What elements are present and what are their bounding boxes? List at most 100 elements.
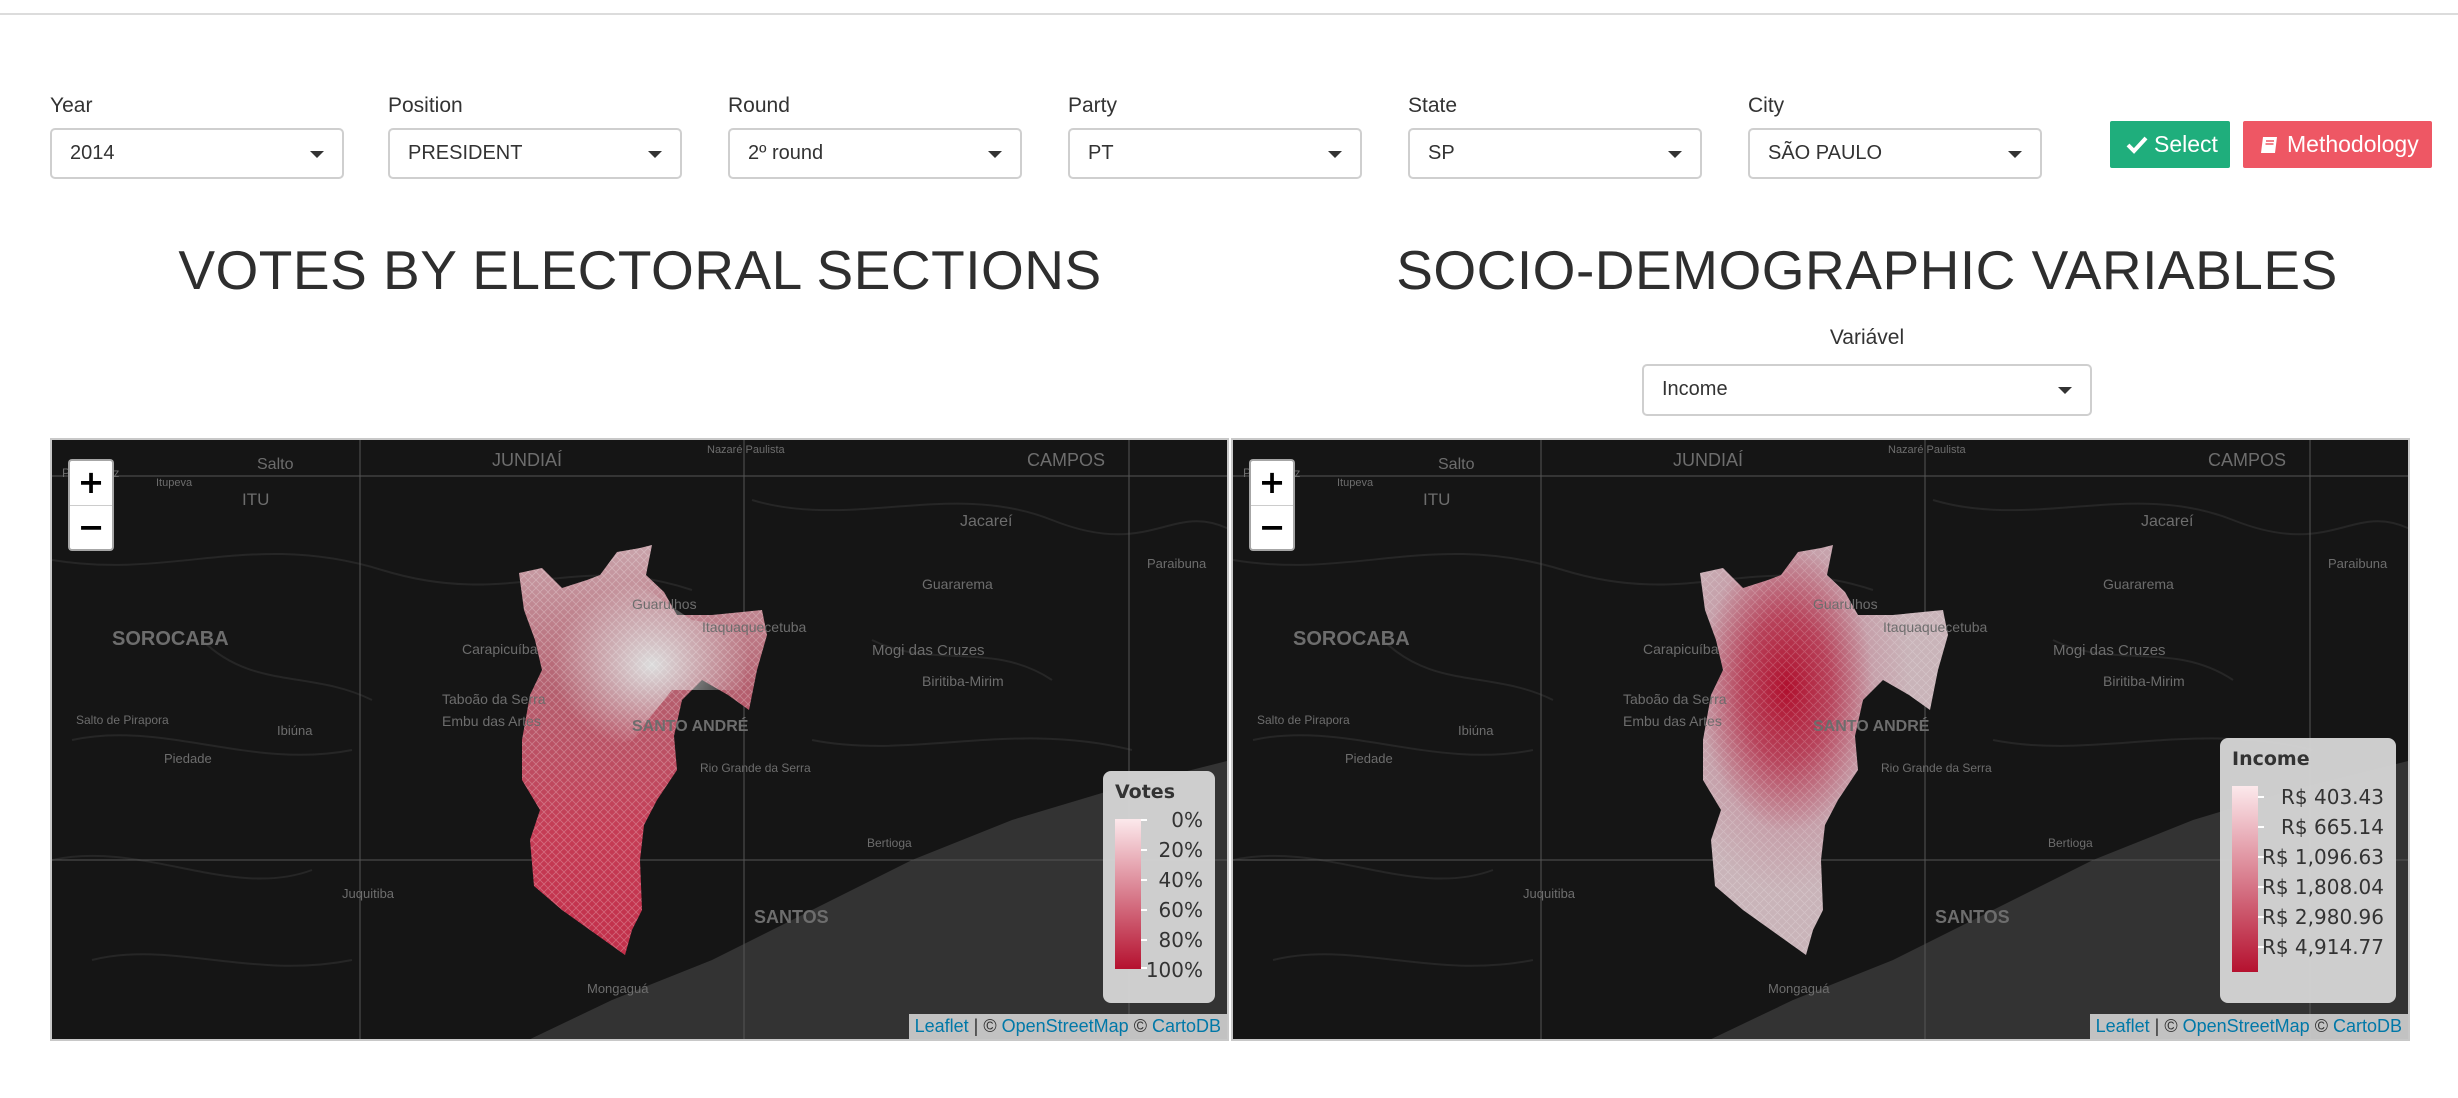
legend-label: 80% [1158,928,1203,952]
zoom-out-button[interactable]: − [70,505,112,549]
map-place-label: Juquitiba [342,886,395,901]
map-place-label: Piedade [1345,751,1393,766]
legend-color-bar [1115,819,1141,969]
map-place-label: Rio Grande da Serra [700,761,811,775]
party-select[interactable]: PT [1068,128,1362,179]
map-place-label: Mongaguá [587,981,649,996]
map-place-label: Mongaguá [1768,981,1830,996]
map-place-label: Embu das Artes [442,713,541,729]
legend-label: R$ 665.14 [2281,815,2384,839]
map-place-label: Itaquaquecetuba [702,619,807,635]
zoom-control: + − [1249,459,1295,551]
map-place-label: Guarulhos [1813,596,1878,612]
legend-title: Votes [1115,781,1175,803]
top-divider [0,13,2458,15]
map-place-label: JUNDIAÍ [492,450,562,470]
map-place-label: Jacareí [960,513,1013,530]
income-legend: Income R$ 403.43 R$ 665.14 R$ 1,096.63 R… [2220,738,2396,1003]
map-place-label: Guarulhos [632,596,697,612]
year-filter: Year 2014 [50,92,344,179]
leaflet-link[interactable]: Leaflet [915,1016,969,1036]
chevron-down-icon [648,151,662,158]
map-place-label: SOROCABA [112,628,229,650]
variable-select[interactable]: Income [1642,364,2092,416]
sociodemographic-title: SOCIO-DEMOGRAPHIC VARIABLES [1396,239,2338,301]
map-place-label: Itupeva [156,477,193,489]
map-place-label: Carapicuíba [1643,641,1719,657]
position-label: Position [388,94,463,117]
map-place-label: Bertioga [867,836,912,850]
state-filter: State SP [1408,92,1702,179]
map-place-label: SANTOS [754,907,829,927]
map-place-label: SOROCABA [1293,628,1410,650]
variable-label: Variável [1829,326,1905,349]
map-place-label: Nazaré Paulista [1888,444,1967,456]
map-place-label: SANTO ANDRÉ [1813,716,1930,735]
year-select[interactable]: 2014 [50,128,344,179]
methodology-button[interactable]: Methodology [2243,121,2432,168]
party-label: Party [1068,94,1118,117]
state-select[interactable]: SP [1408,128,1702,179]
map-place-label: Nazaré Paulista [707,444,786,456]
map-place-label: Embu das Artes [1623,713,1722,729]
map-place-label: Ibiúna [277,723,313,738]
map-place-label: JUNDIAÍ [1673,450,1743,470]
map-place-label: Biritiba-Mirim [2103,673,2185,689]
map-place-label: Itaquaquecetuba [1883,619,1988,635]
map-place-label: Salto [257,456,294,473]
map-place-label: Taboão da Serra [1623,691,1727,707]
map-place-label: ITU [242,490,269,509]
legend-label: R$ 403.43 [2281,785,2384,809]
select-button[interactable]: Select [2110,121,2230,168]
map-place-label: Mogi das Cruzes [2053,642,2166,659]
map-place-label: Salto de Pirapora [76,713,169,727]
votes-map[interactable]: Salto JUNDIAÍ CAMPOS ITU Jacareí SOROCABA Guar… [50,438,1229,1041]
position-select[interactable]: PRESIDENT [388,128,682,179]
map-place-label: Salto de Pirapora [1257,713,1350,727]
city-label: City [1748,94,1785,117]
map-place-label: SANTOS [1935,907,2010,927]
legend-label: R$ 2,980.96 [2261,905,2384,929]
basemap: Salto JUNDIAÍ CAMPOS ITU Jacareí SOROCABA Guar… [52,440,1227,1039]
legend-label: 100% [1145,958,1203,982]
openstreetmap-link[interactable]: OpenStreetMap [1002,1016,1129,1036]
map-place-label: SANTO ANDRÉ [632,716,749,735]
map-place-label: Ibiúna [1458,723,1494,738]
zoom-in-button[interactable]: + [70,461,112,505]
cartodb-link[interactable]: CartoDB [2333,1016,2402,1036]
map-place-label: Juquitiba [1523,886,1576,901]
map-place-label: Guararema [2103,576,2174,592]
income-map[interactable]: Salto JUNDIAÍ CAMPOS ITU Jacareí SOROCABA Guar… [1231,438,2410,1041]
zoom-in-button[interactable]: + [1251,461,1293,505]
chevron-down-icon [1668,151,1682,158]
position-filter: Position PRESIDENT [388,92,682,179]
year-label: Year [50,94,93,117]
check-icon [2126,136,2148,154]
openstreetmap-link[interactable]: OpenStreetMap [2183,1016,2310,1036]
map-place-label: Carapicuíba [462,641,538,657]
state-label: State [1408,94,1458,117]
city-filter: City SÃO PAULO [1748,92,2042,179]
cartodb-link[interactable]: CartoDB [1152,1016,1221,1036]
map-place-label: Guararema [922,576,993,592]
map-attribution: Leaflet | © OpenStreetMap © CartoDB [908,1014,1227,1039]
map-place-label: Biritiba-Mirim [922,673,1004,689]
map-attribution: Leaflet | © OpenStreetMap © CartoDB [2089,1014,2408,1039]
legend-title: Income [2232,748,2310,770]
book-icon [2261,137,2277,153]
map-place-label: CAMPOS [1027,450,1105,470]
map-place-label: Mogi das Cruzes [872,642,985,659]
legend-label: 0% [1171,808,1203,832]
map-place-label: ITU [1423,490,1450,509]
legend-label: 20% [1158,838,1203,862]
zoom-out-button[interactable]: − [1251,505,1293,549]
city-select[interactable]: SÃO PAULO [1748,128,2042,179]
map-place-label: Jacareí [2141,513,2194,530]
leaflet-link[interactable]: Leaflet [2096,1016,2150,1036]
map-place-label: Salto [1438,456,1475,473]
votes-legend: Votes 0% 20% 40% 60% 80% 100% [1103,771,1215,1003]
round-filter: Round 2º round [728,92,1022,179]
variable-filter: Income [1642,364,2092,416]
round-select[interactable]: 2º round [728,128,1022,179]
map-place-label: Bertioga [2048,836,2093,850]
